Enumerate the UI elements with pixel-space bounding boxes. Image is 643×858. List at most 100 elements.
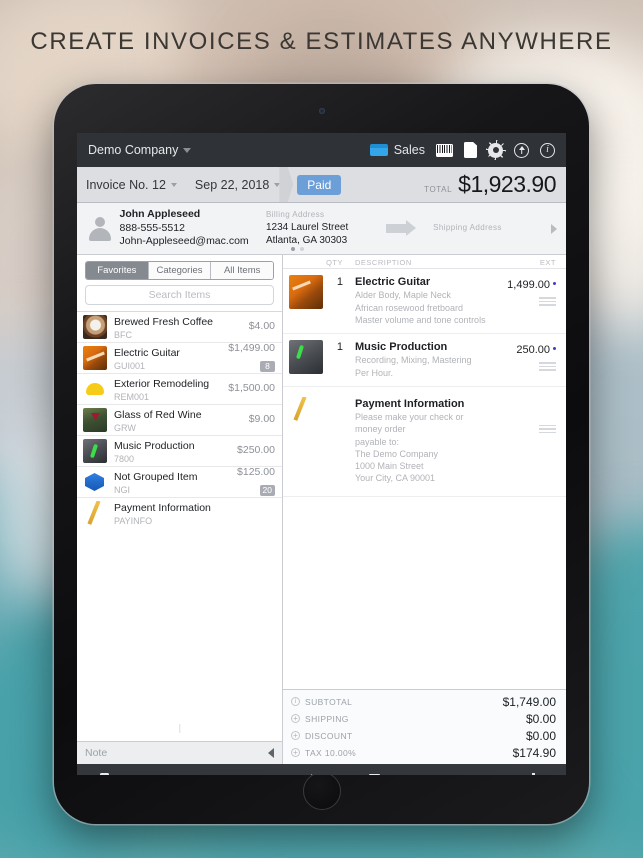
list-item[interactable]: Payment Information PAYINFO	[77, 497, 282, 526]
line-item-subline: Recording, Mixing, Mastering	[355, 355, 472, 366]
customer-strip[interactable]: John Appleseed 888-555-5512 John-Applese…	[77, 203, 566, 255]
add-circle-icon[interactable]: +	[291, 748, 300, 757]
gear-icon[interactable]	[488, 142, 503, 158]
item-thumbnail-icon	[83, 315, 107, 339]
invoice-number-selector[interactable]: Invoice No. 12	[77, 178, 186, 192]
reorder-handle-icon[interactable]	[539, 424, 556, 436]
list-item[interactable]: Music Production 7800 $250.00	[77, 435, 282, 466]
item-name: Not Grouped Item	[114, 471, 198, 484]
total-row[interactable]: + SHIPPING $0.00	[283, 710, 566, 727]
line-item-amount: 250.00	[516, 344, 550, 356]
items-segmented-control[interactable]: Favorites Categories All Items	[85, 261, 274, 280]
column-header-ext: EXT	[539, 258, 556, 267]
item-price: $4.00	[248, 320, 275, 333]
card-icon-wrap	[471, 773, 490, 775]
copy-address-arrow-icon[interactable]	[386, 220, 416, 236]
segment-categories[interactable]: Categories	[147, 262, 211, 279]
line-item-description: Electric Guitar Alder Body, Maple Neck Afr…	[343, 275, 490, 326]
barcode-icon[interactable]	[436, 143, 453, 157]
customer-info: John Appleseed 888-555-5512 John-Applese…	[120, 208, 261, 250]
payment-note-title: Payment Information	[355, 397, 465, 410]
line-item-marker-icon	[553, 282, 556, 286]
list-item[interactable]: Glass of Red Wine GRW $9.00	[77, 404, 282, 435]
info-icon[interactable]: i	[540, 142, 555, 158]
items-list[interactable]: Brewed Fresh Coffee BFC $4.00 Electric Guit…	[77, 311, 282, 526]
item-price: $250.00	[237, 444, 275, 457]
status-badge[interactable]: Paid	[297, 174, 342, 195]
chevron-right-icon[interactable]	[551, 223, 557, 234]
folder-icon-wrap	[100, 773, 119, 775]
shipping-address[interactable]: Shipping Address	[433, 223, 551, 234]
payment-note-subline: The Demo Company	[355, 448, 439, 459]
toolbar-button-scan[interactable]: SCAN	[140, 773, 186, 775]
toolbar-button-new[interactable]: NEW	[511, 773, 557, 775]
item-right: $1,500.00	[228, 382, 275, 395]
item-name: Glass of Red Wine	[114, 409, 202, 422]
toolbar-button-print[interactable]: PRINT	[352, 773, 398, 775]
total-row-label: TAX 10.00%	[305, 747, 357, 758]
toolbar-button-open[interactable]: OPEN	[87, 773, 133, 775]
item-name: Brewed Fresh Coffee	[114, 316, 214, 329]
item-name: Exterior Remodeling	[114, 378, 210, 391]
segment-all-items[interactable]: All Items	[210, 262, 273, 279]
items-panel: Favorites Categories All Items Search Item…	[77, 255, 283, 764]
line-items-list[interactable]: 1 Electric Guitar Alder Body, Maple Neck Af…	[283, 269, 566, 689]
item-thumbnail-icon	[83, 346, 107, 370]
company-name: Demo Company	[88, 143, 179, 157]
reorder-handle-icon[interactable]	[539, 362, 556, 373]
search-input[interactable]: Search Items	[85, 285, 274, 305]
chevron-left-icon[interactable]	[268, 748, 274, 758]
drag-grip[interactable]	[178, 724, 181, 733]
payment-note-subline: Please make your check or money order	[355, 412, 464, 435]
invoice-total: TOTAL $1,923.90	[424, 171, 566, 198]
item-price: $1,500.00	[228, 382, 275, 395]
line-item-title: Electric Guitar	[355, 276, 431, 288]
item-text: Glass of Red Wine GRW	[114, 405, 249, 435]
payment-information-row[interactable]: Payment Information Please make your chec…	[283, 387, 566, 498]
note-label: Note	[85, 747, 108, 759]
card-icon[interactable]	[369, 144, 388, 156]
total-row-left: + SHIPPING	[291, 714, 349, 724]
ellipsis-icon-wrap	[207, 773, 224, 775]
list-item[interactable]: Brewed Fresh Coffee BFC $4.00	[77, 311, 282, 342]
upload-icon[interactable]	[514, 142, 529, 158]
toolbar-button-email[interactable]: EMAIL	[405, 773, 451, 775]
toolbar-button-payment[interactable]: PAYMENT	[458, 773, 504, 775]
note-bar[interactable]: Note	[77, 741, 282, 764]
invoice-date-selector[interactable]: Sep 22, 2018	[186, 178, 289, 192]
total-row[interactable]: + TAX 10.00% $174.90	[283, 744, 566, 761]
item-right: $1,499.00 8	[228, 342, 275, 373]
pencil-icon-wrap	[312, 773, 331, 775]
line-item-row[interactable]: 1 Music Production Recording, Mixing, Mast…	[283, 334, 566, 387]
total-row-left: i SUBTOTAL	[291, 697, 352, 707]
info-circle-icon[interactable]: i	[291, 697, 300, 706]
add-circle-icon[interactable]: +	[291, 714, 300, 723]
list-item[interactable]: Electric Guitar GUI001 $1,499.00 8	[77, 342, 282, 373]
item-thumbnail-icon	[83, 470, 107, 494]
total-row-label: SUBTOTAL	[305, 696, 353, 707]
front-camera	[318, 108, 325, 114]
line-item-subline: African rosewood fretboard	[355, 302, 464, 313]
list-item[interactable]: Not Grouped Item NGI $125.00 20	[77, 466, 282, 497]
toolbar-button-sign[interactable]: SIGN	[299, 773, 345, 775]
total-row[interactable]: + DISCOUNT $0.00	[283, 727, 566, 744]
billing-address[interactable]: Billing Address 1234 Laurel Street Atlan…	[261, 210, 374, 248]
sales-label[interactable]: Sales	[394, 143, 425, 157]
chevron-down-icon	[170, 182, 177, 187]
item-right: $125.00 20	[237, 466, 275, 497]
document-icon[interactable]	[464, 142, 477, 158]
line-item-row[interactable]: 1 Electric Guitar Alder Body, Maple Neck Af…	[283, 269, 566, 334]
total-value: $1,923.90	[458, 171, 556, 197]
list-item[interactable]: Exterior Remodeling REM001 $1,500.00	[77, 373, 282, 404]
reorder-handle-icon[interactable]	[539, 297, 556, 308]
customer-name: John Appleseed	[119, 207, 201, 220]
company-selector[interactable]: Demo Company	[88, 143, 192, 157]
top-bar-icons: Sales i	[369, 142, 555, 158]
add-circle-icon[interactable]: +	[291, 731, 300, 740]
segment-favorites[interactable]: Favorites	[86, 262, 148, 279]
item-name: Electric Guitar	[114, 347, 180, 360]
home-button[interactable]	[302, 772, 341, 810]
toolbar-button-actions[interactable]: ACTIONS	[193, 773, 239, 775]
item-thumbnail-icon	[83, 501, 107, 525]
total-row[interactable]: i SUBTOTAL $1,749.00	[283, 693, 566, 710]
